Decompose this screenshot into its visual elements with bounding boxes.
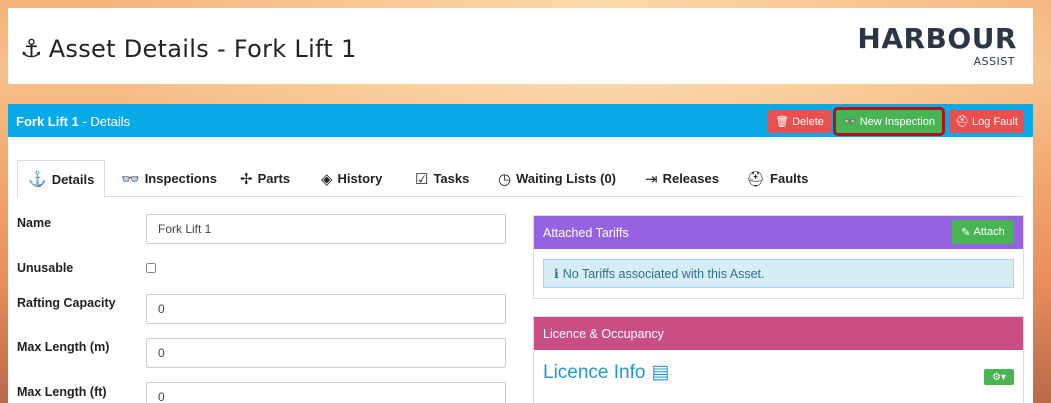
layers-icon: ◈ <box>321 170 333 188</box>
gear-icon: ⚙▾ <box>992 371 1006 383</box>
log-fault-button[interactable]: ⛑ Log Fault <box>949 110 1024 133</box>
attached-tariffs-title: Attached Tariffs <box>543 225 629 240</box>
anchor-icon: ⚓ <box>20 34 43 63</box>
log-fault-label: Log Fault <box>972 115 1018 128</box>
new-inspection-label: New Inspection <box>859 115 935 128</box>
settings-dropdown-button[interactable]: ⚙▾ <box>984 369 1014 385</box>
glasses-icon: 👓 <box>121 170 140 188</box>
panel-header-bar: Fork Lift 1 - Details 🗑 Delete 👓 New Ins… <box>8 104 1033 137</box>
tab-faults[interactable]: ⛑ Faults <box>746 160 808 197</box>
licence-info-heading: Licence Info ▤ <box>543 361 669 384</box>
page-title: ⚓ Asset Details - Fork Lift 1 <box>20 34 357 63</box>
max-length-m-field[interactable]: 0 <box>146 338 506 368</box>
tab-history[interactable]: ◈ History <box>321 160 382 197</box>
puzzle-icon: ✢ <box>240 170 253 188</box>
tab-label: Faults <box>770 171 809 186</box>
harbour-assist-logo: HARBOUR ASSIST <box>857 22 1017 72</box>
sign-out-icon: ⇥ <box>645 170 658 188</box>
licence-occupancy-title: Licence & Occupancy <box>543 326 664 341</box>
medkit-icon: ⛑ <box>955 116 970 128</box>
licence-occupancy-box: Licence & Occupancy Licence Info ▤ ⚙▾ <box>533 316 1024 403</box>
new-inspection-button[interactable]: 👓 New Inspection <box>833 107 945 136</box>
asset-panel: Fork Lift 1 - Details 🗑 Delete 👓 New Ins… <box>8 104 1033 403</box>
pencil-icon: ✎ <box>961 226 971 239</box>
max-length-m-label: Max Length (m) <box>17 340 110 354</box>
attach-label: Attach <box>973 226 1005 238</box>
attach-button[interactable]: ✎ Attach <box>952 220 1014 244</box>
logo-text: HARBOUR <box>857 22 1017 55</box>
licence-info-title: Licence Info <box>543 361 646 383</box>
name-field[interactable]: Fork Lift 1 <box>146 214 506 244</box>
breadcrumb: Fork Lift 1 - Details <box>16 114 130 129</box>
tab-tasks[interactable]: ☑ Tasks <box>415 160 469 197</box>
breadcrumb-suffix: - Details <box>78 114 131 129</box>
tab-releases[interactable]: ⇥ Releases <box>645 160 719 197</box>
tab-label: Waiting Lists (0) <box>516 171 616 186</box>
delete-button[interactable]: 🗑 Delete <box>768 110 831 133</box>
rafting-capacity-label: Rafting Capacity <box>17 296 116 310</box>
name-label: Name <box>17 216 52 230</box>
anchor-icon: ⚓ <box>28 171 47 188</box>
no-tariffs-alert: ℹ No Tariffs associated with this Asset. <box>543 259 1014 288</box>
tab-label: Details <box>51 171 95 187</box>
tab-label: Releases <box>662 171 719 186</box>
medkit-icon: ⛑ <box>746 170 766 188</box>
clipboard-check-icon: ☑ <box>415 170 429 188</box>
attached-tariffs-header: Attached Tariffs ✎ Attach <box>534 216 1023 249</box>
tab-details[interactable]: ⚓ Details <box>17 160 106 198</box>
max-length-ft-label: Max Length (ft) <box>17 385 107 399</box>
attached-tariffs-box: Attached Tariffs ✎ Attach ℹ No Tariffs a… <box>533 215 1024 299</box>
tab-label: Parts <box>257 171 291 186</box>
tab-label: History <box>337 171 383 186</box>
delete-button-label: Delete <box>792 115 824 128</box>
logo-subtext: ASSIST <box>973 55 1015 68</box>
no-tariffs-message: No Tariffs associated with this Asset. <box>562 266 765 281</box>
tab-bar: ⚓ Details 👓 Inspections ✢ Parts ◈ Histor… <box>17 160 1023 198</box>
page-title-text: Asset Details - Fork Lift 1 <box>48 34 357 63</box>
tab-label: Tasks <box>433 171 470 186</box>
breadcrumb-asset-name: Fork Lift 1 <box>16 114 79 129</box>
max-length-ft-field[interactable]: 0 <box>146 382 506 403</box>
tab-parts[interactable]: ✢ Parts <box>240 160 290 197</box>
list-icon: ▤ <box>651 362 670 383</box>
licence-occupancy-header: Licence & Occupancy <box>534 317 1023 350</box>
rafting-capacity-field[interactable]: 0 <box>146 294 506 324</box>
unusable-checkbox[interactable] <box>146 263 156 273</box>
page-header: ⚓ Asset Details - Fork Lift 1 HARBOUR AS… <box>8 8 1033 84</box>
info-icon: ℹ <box>554 267 559 281</box>
tab-label: Inspections <box>144 171 217 186</box>
unusable-label: Unusable <box>17 261 74 275</box>
tab-inspections[interactable]: 👓 Inspections <box>121 160 217 197</box>
clock-icon: ◷ <box>498 170 512 188</box>
trash-icon: 🗑 <box>775 116 790 128</box>
glasses-icon: 👓 <box>843 116 857 128</box>
tab-waiting-lists[interactable]: ◷ Waiting Lists (0) <box>498 160 616 197</box>
